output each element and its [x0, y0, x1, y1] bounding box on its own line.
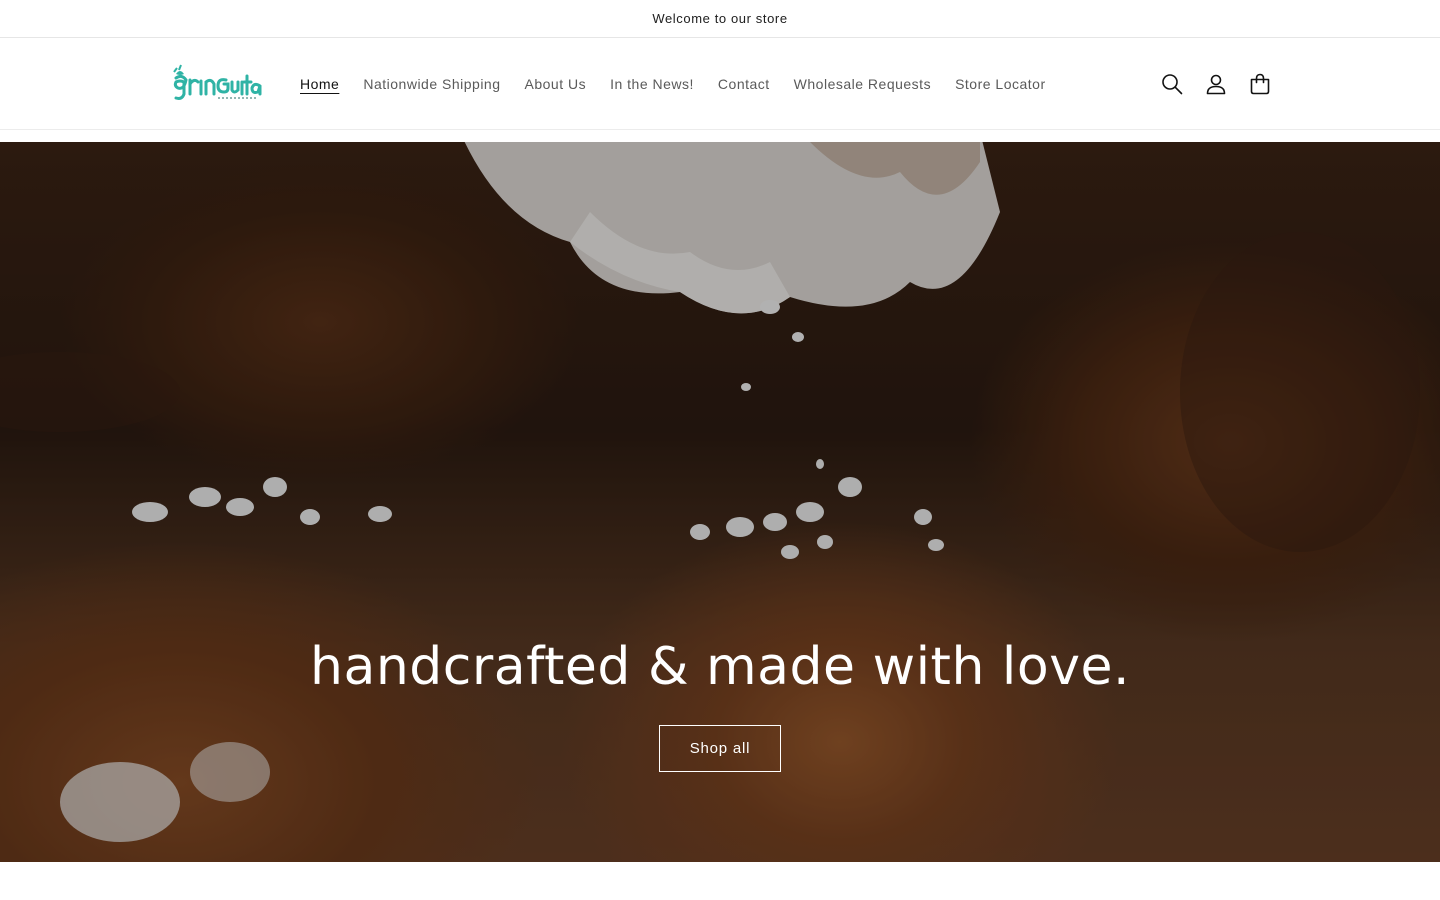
- nav-link-nationwide-shipping[interactable]: Nationwide Shipping: [363, 76, 500, 92]
- main-nav: Home Nationwide Shipping About Us In the…: [300, 38, 1070, 130]
- hero-title: handcrafted & made with love.: [310, 637, 1130, 697]
- hero-content: handcrafted & made with love. Shop all: [0, 637, 1440, 772]
- nav-link-contact[interactable]: Contact: [718, 76, 770, 92]
- search-icon[interactable]: [1160, 72, 1184, 96]
- shop-all-button[interactable]: Shop all: [658, 725, 782, 772]
- logo-wordmark-icon: [173, 64, 262, 100]
- announcement-text: Welcome to our store: [652, 11, 788, 26]
- store-logo[interactable]: [170, 62, 262, 102]
- nav-link-in-the-news[interactable]: In the News!: [610, 76, 694, 92]
- account-icon[interactable]: [1204, 72, 1228, 96]
- site-header: Home Nationwide Shipping About Us In the…: [0, 38, 1440, 130]
- hero-banner: handcrafted & made with love. Shop all: [0, 142, 1440, 862]
- nav-link-wholesale-requests[interactable]: Wholesale Requests: [794, 76, 931, 92]
- header-spacer: [0, 130, 1440, 142]
- cart-icon[interactable]: [1248, 72, 1272, 96]
- nav-link-about-us[interactable]: About Us: [525, 76, 587, 92]
- header-icons: [1160, 38, 1272, 130]
- nav-link-store-locator[interactable]: Store Locator: [955, 76, 1046, 92]
- nav-link-home[interactable]: Home: [300, 76, 339, 92]
- announcement-bar: Welcome to our store: [0, 0, 1440, 38]
